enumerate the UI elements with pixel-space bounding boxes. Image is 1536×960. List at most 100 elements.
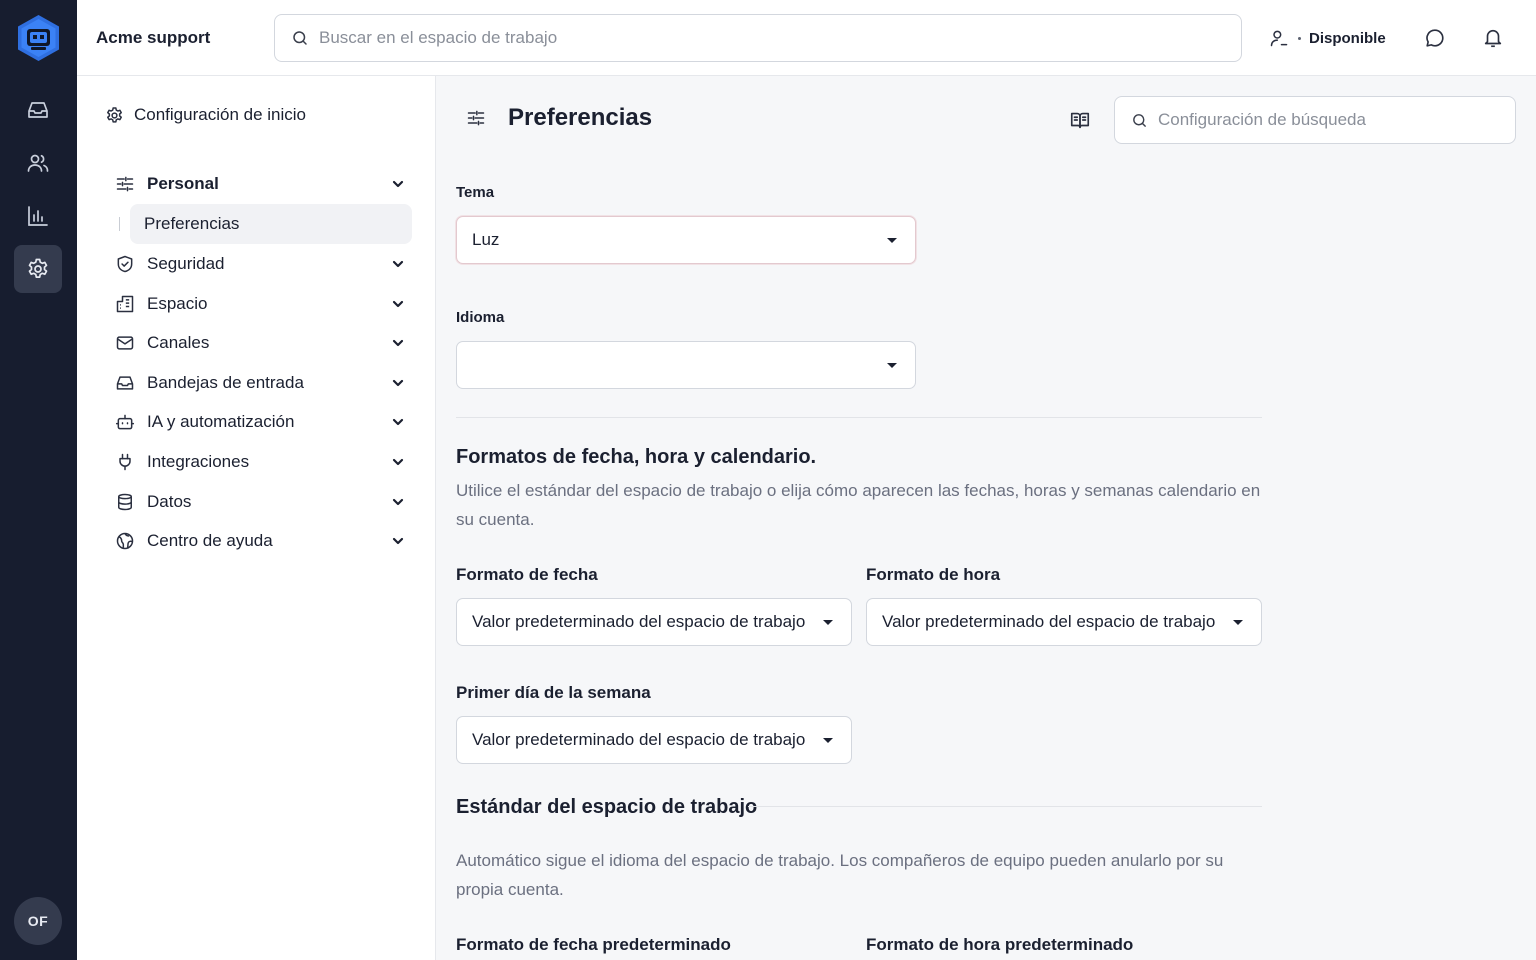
workspace-standard-title: Estándar del espacio de trabajo bbox=[456, 796, 758, 818]
theme-value: Luz bbox=[472, 230, 500, 249]
settings-sidebar: Configuración de inicio Personal Prefere… bbox=[77, 76, 436, 960]
plug-icon bbox=[115, 452, 135, 472]
sidebar-group-label: Espacio bbox=[147, 294, 208, 313]
sidebar-group-datos[interactable]: Datos bbox=[115, 486, 405, 518]
chevron-down-icon bbox=[391, 495, 405, 509]
time-format-label: Formato de hora bbox=[866, 565, 1001, 584]
sidebar-item-label: Preferencias bbox=[144, 214, 240, 233]
chevron-down-icon bbox=[391, 336, 405, 350]
caret-down-icon bbox=[1233, 619, 1243, 625]
sidebar-group-centro-ayuda[interactable]: Centro de ayuda bbox=[115, 525, 405, 557]
default-date-label: Formato de fecha predeterminado bbox=[456, 935, 731, 954]
settings-home-label: Configuración de inicio bbox=[134, 105, 306, 124]
workspace-standard-description: Automático sigue el idioma del espacio d… bbox=[456, 851, 1224, 899]
database-icon bbox=[115, 492, 135, 512]
date-format-select[interactable]: Valor predeterminado del espacio de trab… bbox=[456, 598, 852, 646]
sidebar-item-preferencias[interactable]: Preferencias bbox=[130, 204, 412, 244]
theme-label: Tema bbox=[456, 184, 495, 201]
formats-description: Utilice el estándar del espacio de traba… bbox=[456, 481, 1261, 529]
chevron-down-icon bbox=[391, 177, 405, 191]
search-icon bbox=[291, 29, 309, 47]
building-icon bbox=[115, 294, 135, 314]
chevron-down-icon bbox=[391, 455, 405, 469]
bell-icon bbox=[1482, 27, 1504, 49]
chat-button[interactable] bbox=[1422, 25, 1448, 51]
section-divider bbox=[456, 417, 1262, 418]
availability-status[interactable]: Disponible bbox=[1269, 26, 1386, 50]
language-select[interactable] bbox=[456, 341, 916, 389]
page-title: Preferencias bbox=[508, 104, 653, 131]
section-divider bbox=[748, 806, 1262, 807]
sidebar-group-label: Integraciones bbox=[147, 452, 250, 471]
chevron-down-icon bbox=[391, 415, 405, 429]
inbox-icon bbox=[26, 98, 50, 122]
sidebar-group-label: Centro de ayuda bbox=[147, 531, 273, 550]
sliders-icon bbox=[466, 108, 486, 128]
settings-nav-button[interactable] bbox=[14, 245, 62, 293]
tree-line bbox=[119, 217, 120, 231]
sidebar-group-label: Seguridad bbox=[147, 254, 225, 273]
date-format-value: Valor predeterminado del espacio de trab… bbox=[472, 612, 806, 631]
sidebar-group-espacio[interactable]: Espacio bbox=[115, 288, 405, 320]
preferences-panel: Preferencias Tema Luz Idioma Formatos de… bbox=[436, 76, 1536, 960]
sidebar-group-label: Canales bbox=[147, 333, 210, 352]
inbox-icon bbox=[115, 373, 135, 393]
caret-down-icon bbox=[823, 619, 833, 625]
user-avatar[interactable]: OF bbox=[14, 897, 62, 945]
sidebar-group-bandejas[interactable]: Bandejas de entrada bbox=[115, 367, 405, 399]
date-format-label: Formato de fecha bbox=[456, 565, 598, 584]
reports-icon bbox=[26, 204, 50, 228]
robot-logo-icon[interactable] bbox=[16, 14, 61, 62]
status-dot bbox=[1298, 36, 1301, 40]
language-label: Idioma bbox=[456, 309, 505, 326]
chevron-down-icon bbox=[391, 376, 405, 390]
workspace-search[interactable] bbox=[274, 14, 1242, 62]
app-rail: OF bbox=[0, 0, 77, 960]
sidebar-group-personal[interactable]: Personal bbox=[115, 168, 405, 200]
sidebar-group-ia[interactable]: IA y automatización bbox=[115, 406, 405, 438]
sidebar-group-seguridad[interactable]: Seguridad bbox=[115, 248, 405, 280]
gear-icon bbox=[105, 106, 124, 125]
contacts-nav-button[interactable] bbox=[14, 139, 62, 187]
caret-down-icon bbox=[887, 362, 897, 368]
sidebar-group-canales[interactable]: Canales bbox=[115, 327, 405, 359]
search-icon bbox=[1131, 112, 1148, 129]
chevron-down-icon bbox=[391, 534, 405, 548]
settings-icon bbox=[26, 257, 50, 281]
theme-select[interactable]: Luz bbox=[456, 216, 916, 264]
settings-search[interactable] bbox=[1114, 96, 1516, 144]
first-day-select[interactable]: Valor predeterminado del espacio de trab… bbox=[456, 716, 852, 764]
sidebar-group-label: Bandejas de entrada bbox=[147, 373, 304, 392]
docs-button[interactable] bbox=[1069, 109, 1091, 131]
first-day-label: Primer día de la semana bbox=[456, 683, 651, 702]
time-format-select[interactable]: Valor predeterminado del espacio de trab… bbox=[866, 598, 1262, 646]
notifications-button[interactable] bbox=[1480, 25, 1506, 51]
settings-search-input[interactable] bbox=[1158, 110, 1498, 130]
top-header: Acme support Disponible bbox=[77, 0, 1536, 76]
caret-down-icon bbox=[823, 737, 833, 743]
chevron-down-icon bbox=[391, 297, 405, 311]
mail-icon bbox=[115, 333, 135, 353]
time-format-value: Valor predeterminado del espacio de trab… bbox=[882, 612, 1216, 631]
globe-icon bbox=[115, 531, 135, 551]
settings-home-link[interactable]: Configuración de inicio bbox=[105, 105, 306, 125]
sidebar-group-label: IA y automatización bbox=[147, 412, 295, 431]
reports-nav-button[interactable] bbox=[14, 192, 62, 240]
formats-section-title: Formatos de fecha, hora y calendario. bbox=[456, 446, 817, 468]
workspace-name[interactable]: Acme support bbox=[96, 28, 210, 48]
first-day-value: Valor predeterminado del espacio de trab… bbox=[472, 730, 806, 749]
caret-down-icon bbox=[887, 237, 897, 243]
status-label: Disponible bbox=[1309, 29, 1386, 47]
sidebar-group-label: Datos bbox=[147, 492, 192, 511]
chevron-down-icon bbox=[391, 257, 405, 271]
default-time-label: Formato de hora predeterminado bbox=[866, 935, 1134, 954]
sidebar-group-label: Personal bbox=[147, 174, 219, 193]
page-header: Preferencias bbox=[466, 104, 652, 132]
contacts-icon bbox=[26, 151, 50, 175]
sidebar-group-integraciones[interactable]: Integraciones bbox=[115, 446, 405, 478]
workspace-search-input[interactable] bbox=[319, 28, 1219, 48]
inbox-nav-button[interactable] bbox=[14, 86, 62, 134]
shield-icon bbox=[115, 254, 135, 274]
sliders-icon bbox=[115, 174, 135, 194]
user-icon bbox=[1269, 28, 1289, 48]
